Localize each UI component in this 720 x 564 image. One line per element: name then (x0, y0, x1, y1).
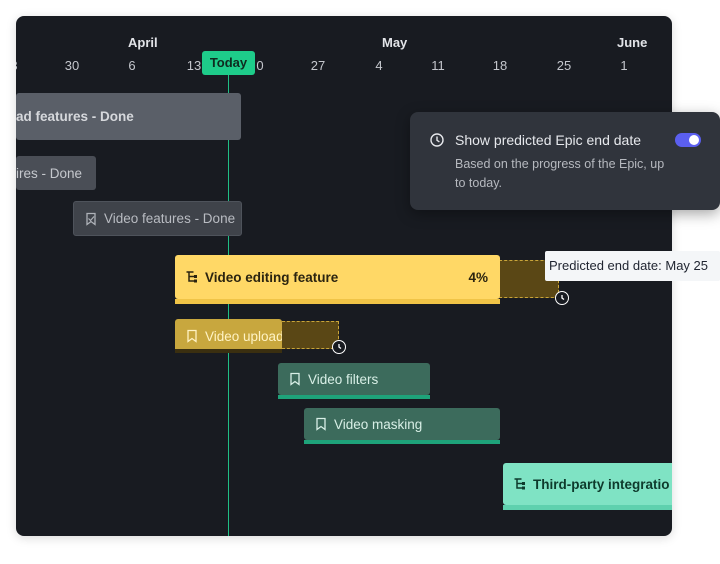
day-label: 3 (16, 58, 18, 73)
clock-icon[interactable] (555, 291, 569, 305)
day-label: 18 (492, 58, 508, 73)
epic-icon (513, 477, 527, 491)
day-label: 25 (556, 58, 572, 73)
bar-progress-track (304, 440, 500, 444)
clock-icon[interactable] (332, 340, 346, 354)
month-label-may: May (382, 35, 408, 50)
bookmark-check-icon (84, 212, 98, 226)
progress-percent: 4% (468, 269, 488, 285)
popover-title: Show predicted Epic end date (455, 132, 642, 148)
bar-label: ad features - Done (16, 109, 134, 124)
month-label-june: June (617, 35, 648, 50)
bar-progress-track (175, 299, 500, 304)
popover-description: Based on the progress of the Epic, up to… (455, 157, 665, 190)
bar-video-upload[interactable]: Video upload - 8% (175, 319, 282, 353)
predicted-end-extension (282, 321, 339, 349)
day-label: 27 (310, 58, 326, 73)
day-label: 30 (64, 58, 80, 73)
day-label: 0 (256, 58, 264, 73)
day-label: 4 (375, 58, 383, 73)
bar-label: Video filters (308, 371, 379, 387)
bar-features-done[interactable]: ires - Done (16, 156, 96, 190)
day-label: 1 (620, 58, 628, 73)
clock-icon (430, 133, 444, 152)
bar-video-editing-feature[interactable]: Video editing feature 4% (175, 255, 500, 299)
predicted-end-toggle[interactable] (675, 133, 701, 147)
bar-video-filters[interactable]: Video filters (278, 363, 430, 395)
bar-video-features-done[interactable]: Video features - Done (73, 201, 242, 236)
bar-upload-features-done[interactable]: ad features - Done (16, 93, 241, 140)
bar-label: Third-party integratio (533, 476, 670, 492)
bar-video-masking[interactable]: Video masking (304, 408, 500, 440)
predicted-end-popover: Show predicted Epic end date Based on th… (410, 112, 720, 210)
bar-progress-track (278, 395, 430, 399)
bar-progress-track (503, 505, 672, 510)
bar-label: Video upload - 8% (205, 328, 282, 344)
bar-label: Video masking (334, 416, 423, 432)
today-marker[interactable]: Today (202, 51, 255, 75)
bookmark-icon (314, 417, 328, 431)
bar-third-party-integration[interactable]: Third-party integratio (503, 463, 672, 505)
month-label-april: April (128, 35, 158, 50)
day-label: 13 (186, 58, 202, 73)
bookmark-icon (288, 372, 302, 386)
bar-label: ires - Done (16, 165, 83, 181)
day-label: 11 (431, 58, 445, 73)
bar-progress-track (175, 349, 282, 353)
toggle-knob (689, 135, 699, 145)
day-label: 6 (128, 58, 136, 73)
bar-label: Video features - Done (104, 211, 236, 226)
bookmark-icon (185, 329, 199, 343)
epic-icon (185, 270, 199, 284)
predicted-end-tooltip: Predicted end date: May 25 (545, 251, 720, 281)
bar-label: Video editing feature (205, 269, 339, 285)
